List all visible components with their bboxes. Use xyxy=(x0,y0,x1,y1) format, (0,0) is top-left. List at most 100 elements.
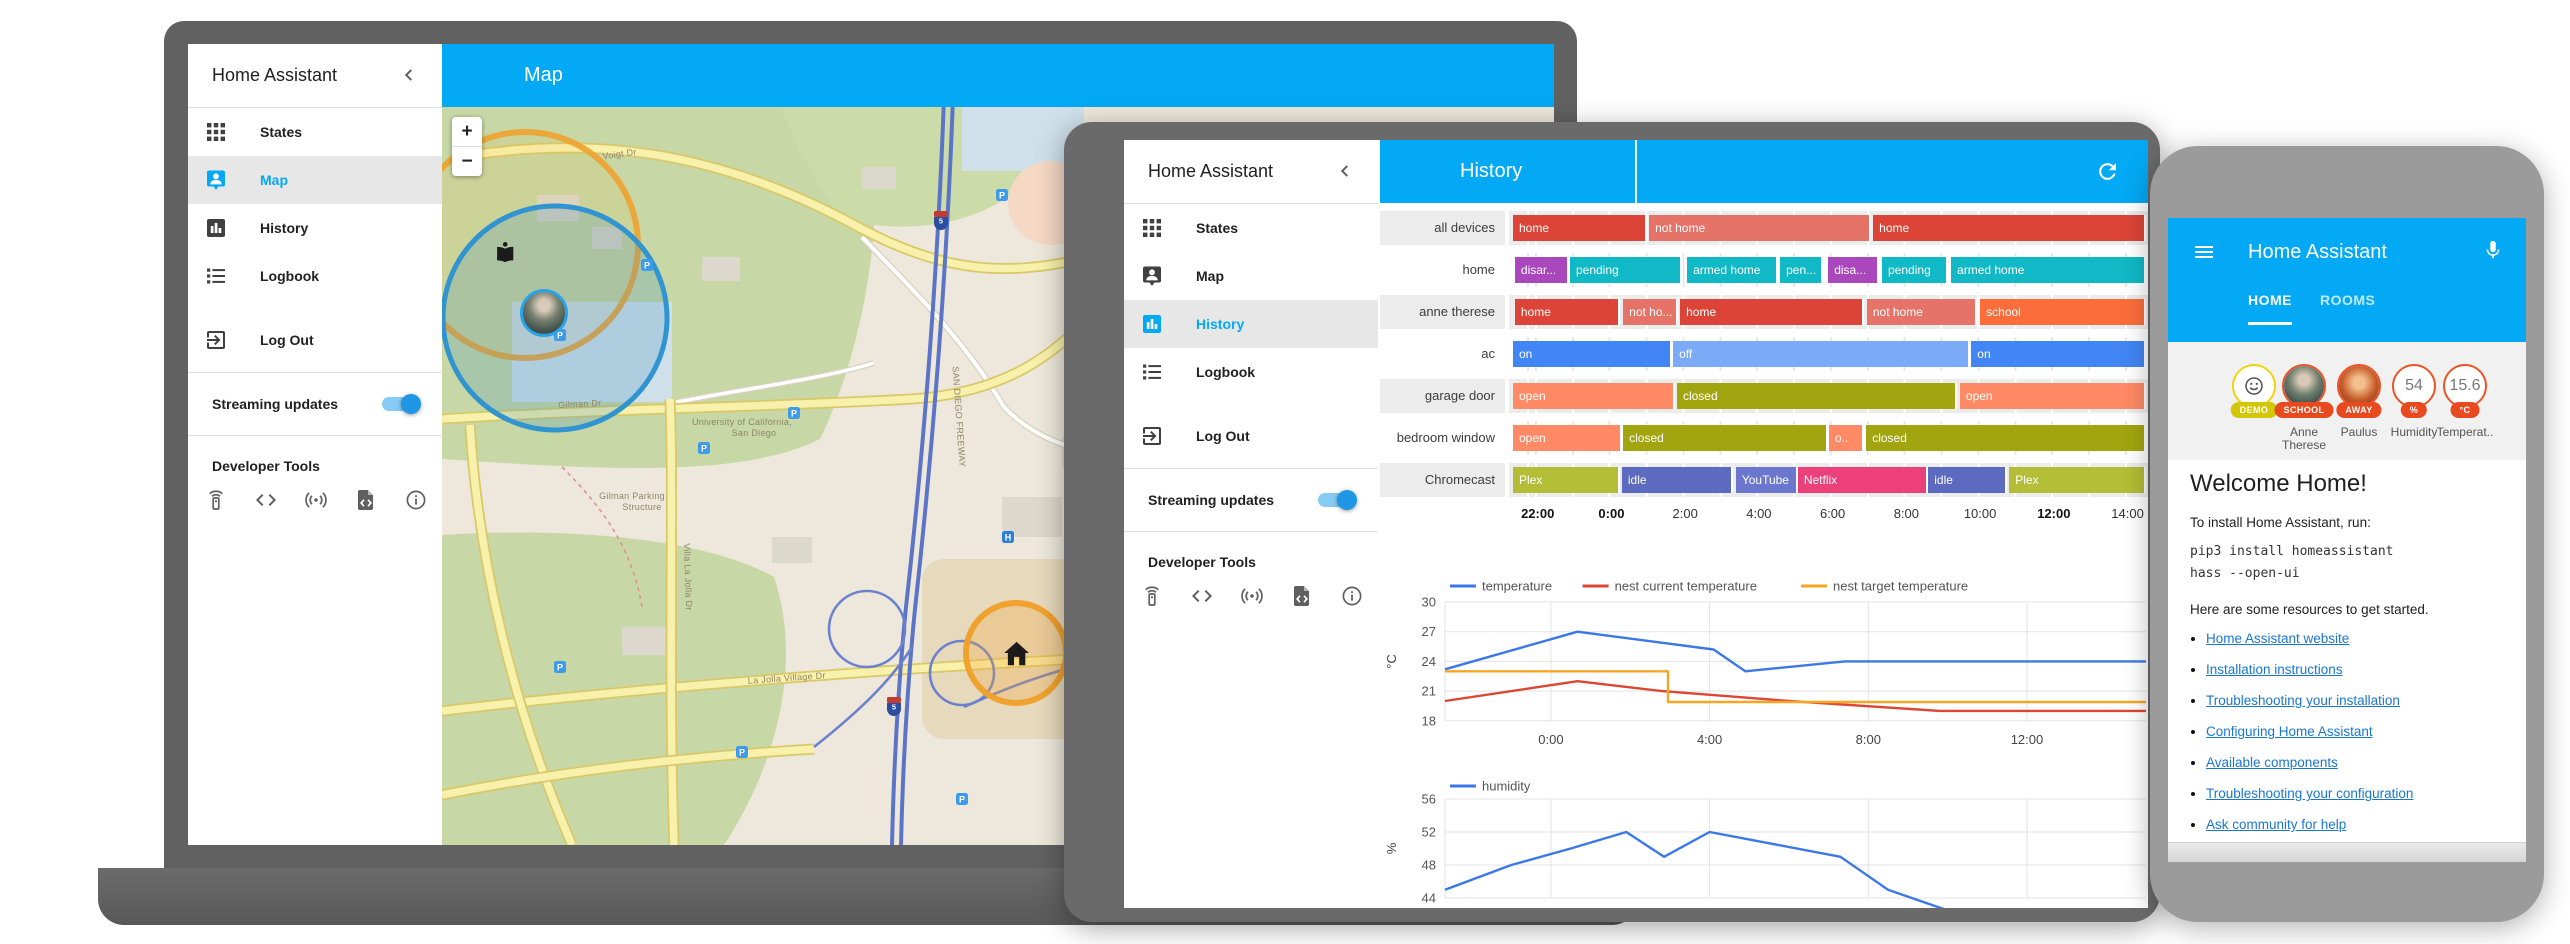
remote-icon[interactable] xyxy=(1140,584,1164,608)
chevron-left-icon[interactable] xyxy=(1334,160,1356,182)
timeline-segment[interactable]: disa... xyxy=(1828,257,1879,283)
resource-link-item: Troubleshooting your installation xyxy=(2206,693,2526,708)
app-title: Home Assistant xyxy=(1148,140,1273,203)
time-tick: 6:00 xyxy=(1820,506,1845,521)
sidebar-item-logbook[interactable]: Logbook xyxy=(188,252,442,300)
resource-link[interactable]: Troubleshooting your configuration xyxy=(2206,786,2413,801)
streaming-toggle[interactable] xyxy=(382,397,418,411)
access-point-icon[interactable] xyxy=(1240,584,1264,608)
timeline-segment[interactable]: disar... xyxy=(1515,257,1569,283)
timeline-segment[interactable]: o.. xyxy=(1829,425,1864,451)
state-badge[interactable]: 15.6 °C Temperat.. xyxy=(2430,364,2500,439)
time-tick: 2:00 xyxy=(1673,506,1698,521)
tablet-device: History all devices homenot homehome hom… xyxy=(1064,122,2160,922)
svg-text:12:00: 12:00 xyxy=(2011,732,2044,747)
timeline-segment[interactable]: school xyxy=(1980,299,2146,325)
timeline-segment[interactable]: closed xyxy=(1677,383,1957,409)
developer-tools-label: Developer Tools xyxy=(188,444,442,480)
file-code-icon[interactable] xyxy=(1290,584,1314,608)
timeline-segment[interactable]: Plex xyxy=(1513,467,1620,493)
timeline-segment[interactable]: home xyxy=(1873,215,2146,241)
timeline-segment[interactable]: pen... xyxy=(1780,257,1823,283)
avatar xyxy=(2339,366,2379,406)
timeline-segment[interactable]: Netflix xyxy=(1798,467,1928,493)
timeline-segment[interactable]: open xyxy=(1513,425,1622,451)
sidebar-item-states[interactable]: States xyxy=(1124,204,1378,252)
apps-icon xyxy=(1140,216,1164,240)
svg-text:P: P xyxy=(999,191,1005,201)
resource-link[interactable]: Ask community for help xyxy=(2206,817,2346,832)
tab-rooms[interactable]: ROOMS xyxy=(2320,292,2375,325)
divider xyxy=(188,435,442,436)
svg-text:%: % xyxy=(1384,842,1399,854)
access-point-icon[interactable] xyxy=(304,488,328,512)
laptop-sidebar: Home Assistant States Map History Logboo… xyxy=(188,44,442,845)
streaming-updates-label: Streaming updates xyxy=(1148,492,1274,508)
timeline-segment[interactable]: closed xyxy=(1623,425,1828,451)
timeline-segment[interactable]: pending xyxy=(1570,257,1682,283)
logout-icon xyxy=(204,328,228,352)
timeline-segment[interactable]: not home xyxy=(1867,299,1977,325)
sidebar-item-map[interactable]: Map xyxy=(188,156,442,204)
zoom-out-button[interactable]: − xyxy=(452,147,482,176)
sidebar-item-states[interactable]: States xyxy=(188,108,442,156)
divider xyxy=(1124,531,1378,532)
microphone-icon[interactable] xyxy=(2482,239,2504,261)
streaming-updates-row: Streaming updates xyxy=(1124,477,1378,523)
file-code-icon[interactable] xyxy=(354,488,378,512)
page-title: Map xyxy=(524,44,563,107)
entity-label: ac xyxy=(1380,337,1509,371)
timeline-segment[interactable]: YouTube xyxy=(1736,467,1798,493)
timeline-segment[interactable]: closed xyxy=(1866,425,2146,451)
sidebar-item-log-out[interactable]: Log Out xyxy=(1124,412,1378,460)
timeline-segment[interactable]: armed home xyxy=(1951,257,2146,283)
sidebar-item-map[interactable]: Map xyxy=(1124,252,1378,300)
resource-link[interactable]: Home Assistant website xyxy=(2206,631,2349,646)
header-divider xyxy=(1635,140,1637,203)
chevron-left-icon[interactable] xyxy=(398,64,420,86)
history-row: garage door openclosedopen xyxy=(1380,375,2148,417)
resource-link[interactable]: Troubleshooting your installation xyxy=(2206,693,2400,708)
code-tags-icon[interactable] xyxy=(254,488,278,512)
resource-link[interactable]: Available components xyxy=(2206,755,2338,770)
timeline-segment[interactable]: home xyxy=(1680,299,1864,325)
remote-icon[interactable] xyxy=(204,488,228,512)
refresh-icon[interactable] xyxy=(2095,159,2120,184)
code-tags-icon[interactable] xyxy=(1190,584,1214,608)
sidebar-item-history[interactable]: History xyxy=(188,204,442,252)
svg-text:nest target temperature: nest target temperature xyxy=(1833,579,1968,594)
time-tick: 12:00 xyxy=(2037,506,2070,521)
timeline-segment[interactable]: idle xyxy=(1622,467,1733,493)
timeline-segment[interactable]: Plex xyxy=(2009,467,2146,493)
menu-icon[interactable] xyxy=(2192,240,2216,264)
timeline-segment[interactable]: not ho... xyxy=(1623,299,1678,325)
timeline-segment[interactable]: open xyxy=(1960,383,2146,409)
timeline-segment[interactable]: open xyxy=(1513,383,1675,409)
sidebar-item-logbook[interactable]: Logbook xyxy=(1124,348,1378,396)
resource-links: Home Assistant website Installation instr… xyxy=(2206,631,2526,832)
timeline-segment[interactable]: idle xyxy=(1928,467,2006,493)
timeline-segment[interactable]: home xyxy=(1513,215,1647,241)
sidebar-item-history[interactable]: History xyxy=(1124,300,1378,348)
timeline-segment[interactable]: pending xyxy=(1882,257,1948,283)
resource-link[interactable]: Configuring Home Assistant xyxy=(2206,724,2373,739)
info-icon[interactable] xyxy=(404,488,428,512)
avatar xyxy=(2284,366,2324,406)
timeline-segment[interactable]: on xyxy=(1513,341,1672,367)
person-marker-avatar[interactable] xyxy=(520,289,568,337)
humidity-chart: 56524844%humidity xyxy=(1380,775,2148,908)
resource-link[interactable]: Installation instructions xyxy=(2206,662,2343,677)
timeline-segment[interactable]: not home xyxy=(1649,215,1871,241)
timeline-segment[interactable]: armed home xyxy=(1687,257,1778,283)
zoom-in-button[interactable]: + xyxy=(452,117,482,147)
streaming-toggle[interactable] xyxy=(1318,493,1354,507)
timeline-segment[interactable]: off xyxy=(1673,341,1970,367)
svg-text:Structure: Structure xyxy=(622,502,661,512)
info-icon[interactable] xyxy=(1340,584,1364,608)
sidebar-item-log-out[interactable]: Log Out xyxy=(188,316,442,364)
timeline-segment[interactable]: home xyxy=(1515,299,1620,325)
account-location-icon xyxy=(204,168,228,192)
timeline-segment[interactable]: on xyxy=(1971,341,2146,367)
svg-text:University of California,: University of California, xyxy=(692,417,792,427)
tab-home[interactable]: HOME xyxy=(2248,292,2292,325)
